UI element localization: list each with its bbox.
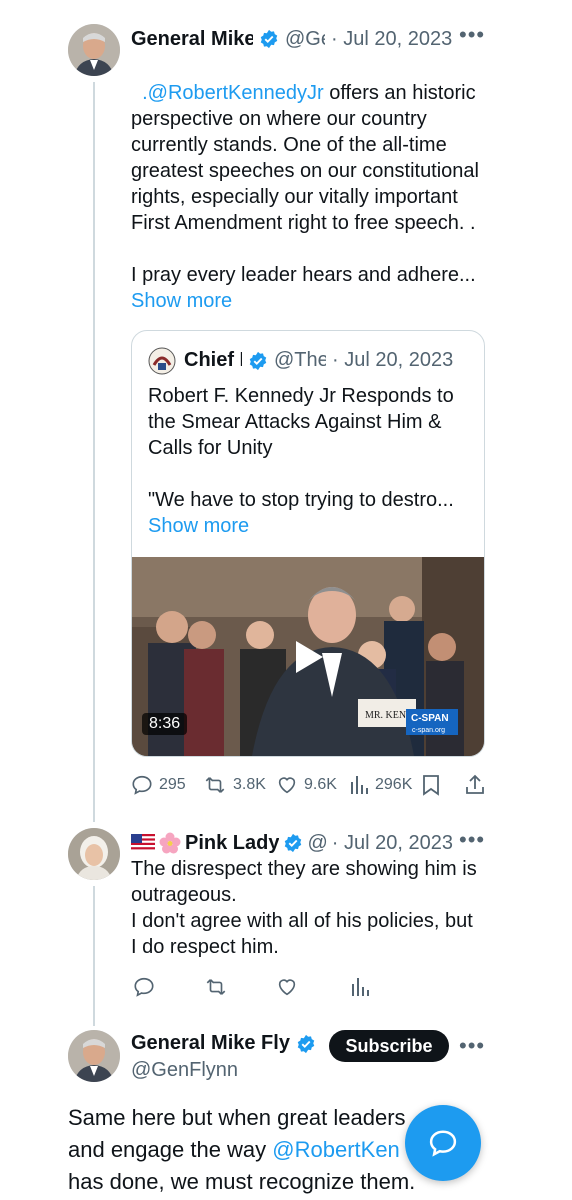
network-logo-text: C-SPAN — [411, 713, 449, 724]
avatar[interactable] — [68, 24, 120, 76]
verified-badge-icon — [260, 29, 278, 49]
author-handle[interactable]: @GenFlynn — [131, 1059, 238, 1082]
verified-badge-icon — [297, 1034, 315, 1053]
quote-author-handle: @TheC — [274, 349, 326, 371]
tweet-text: .@RobertKennedyJr offers an historic per… — [131, 82, 485, 234]
us-flag-icon — [131, 834, 155, 852]
mention-link[interactable]: .@RobertKennedyJr — [142, 82, 324, 104]
retweet-icon[interactable] — [204, 976, 228, 998]
video-player[interactable]: MR. KEN C-SPAN c-span.org 8:36 — [132, 557, 484, 756]
mention-link[interactable]: @RobertKen — [272, 1137, 400, 1162]
subscribe-button[interactable]: Subscribe — [329, 1030, 449, 1062]
verified-badge-icon — [249, 351, 267, 370]
quote-avatar — [148, 347, 176, 375]
quote-date: · Jul 20, 2023 — [332, 349, 454, 371]
video-duration-badge: 8:36 — [142, 713, 188, 735]
play-icon[interactable] — [282, 630, 336, 684]
more-options-icon[interactable]: ••• — [459, 22, 485, 48]
like-count: 9.6K — [304, 776, 337, 793]
avatar[interactable] — [68, 828, 120, 880]
author-name[interactable]: General Mike — [131, 28, 253, 51]
compose-icon — [429, 1130, 457, 1157]
bookmark-icon[interactable] — [421, 774, 441, 796]
share-icon[interactable] — [464, 773, 486, 797]
tweet-date[interactable]: · Jul 20, 2023 — [331, 28, 452, 51]
network-url-text: c-span.org — [412, 727, 445, 734]
like-button[interactable]: 9.6K — [276, 774, 337, 796]
views-count: 296K — [375, 776, 413, 793]
reply-button[interactable]: 295 — [131, 774, 186, 796]
thread-line — [93, 886, 95, 1026]
verified-badge-icon — [285, 833, 302, 853]
tweet-text-continued: I pray every leader hears and adhere... — [131, 264, 476, 286]
author-name[interactable]: Pink Lady — [185, 832, 279, 855]
quoted-tweet[interactable]: Chief N @TheC · Jul 20, 2023 Robert F. K… — [131, 330, 485, 757]
quote-text-continued: "We have to stop trying to destro... — [148, 489, 454, 511]
quote-text: Robert F. Kennedy Jr Responds to the Sme… — [148, 385, 460, 459]
reply-icon[interactable] — [133, 976, 155, 998]
thread-line — [93, 82, 95, 822]
more-options-icon[interactable]: ••• — [459, 1033, 485, 1059]
avatar[interactable] — [68, 1030, 120, 1082]
retweet-button[interactable]: 3.8K — [203, 774, 266, 796]
quote-show-more-link[interactable]: Show more — [148, 513, 249, 539]
like-icon — [278, 777, 296, 794]
views-icon[interactable] — [350, 976, 370, 998]
views-button[interactable]: 296K — [349, 774, 412, 796]
like-icon[interactable] — [276, 976, 298, 998]
nameplate-text: MR. KEN — [365, 710, 406, 721]
retweet-count: 3.8K — [233, 776, 266, 793]
retweet-icon — [205, 777, 225, 793]
author-handle[interactable]: @ — [307, 832, 327, 855]
flower-icon — [159, 832, 181, 854]
views-icon — [351, 776, 368, 794]
tweet-date[interactable]: · Jul 20, 2023 — [332, 832, 453, 855]
reply-icon — [132, 775, 152, 795]
author-handle[interactable]: @Ge — [285, 28, 325, 51]
reply-count: 295 — [159, 776, 186, 793]
author-name[interactable]: General Mike Fly — [131, 1032, 290, 1055]
quote-author-name: Chief N — [184, 349, 242, 371]
show-more-link[interactable]: Show more — [131, 288, 232, 314]
compose-button[interactable] — [405, 1105, 481, 1181]
more-options-icon[interactable]: ••• — [459, 827, 485, 853]
tweet-text: The disrespect they are showing him is o… — [131, 858, 477, 958]
